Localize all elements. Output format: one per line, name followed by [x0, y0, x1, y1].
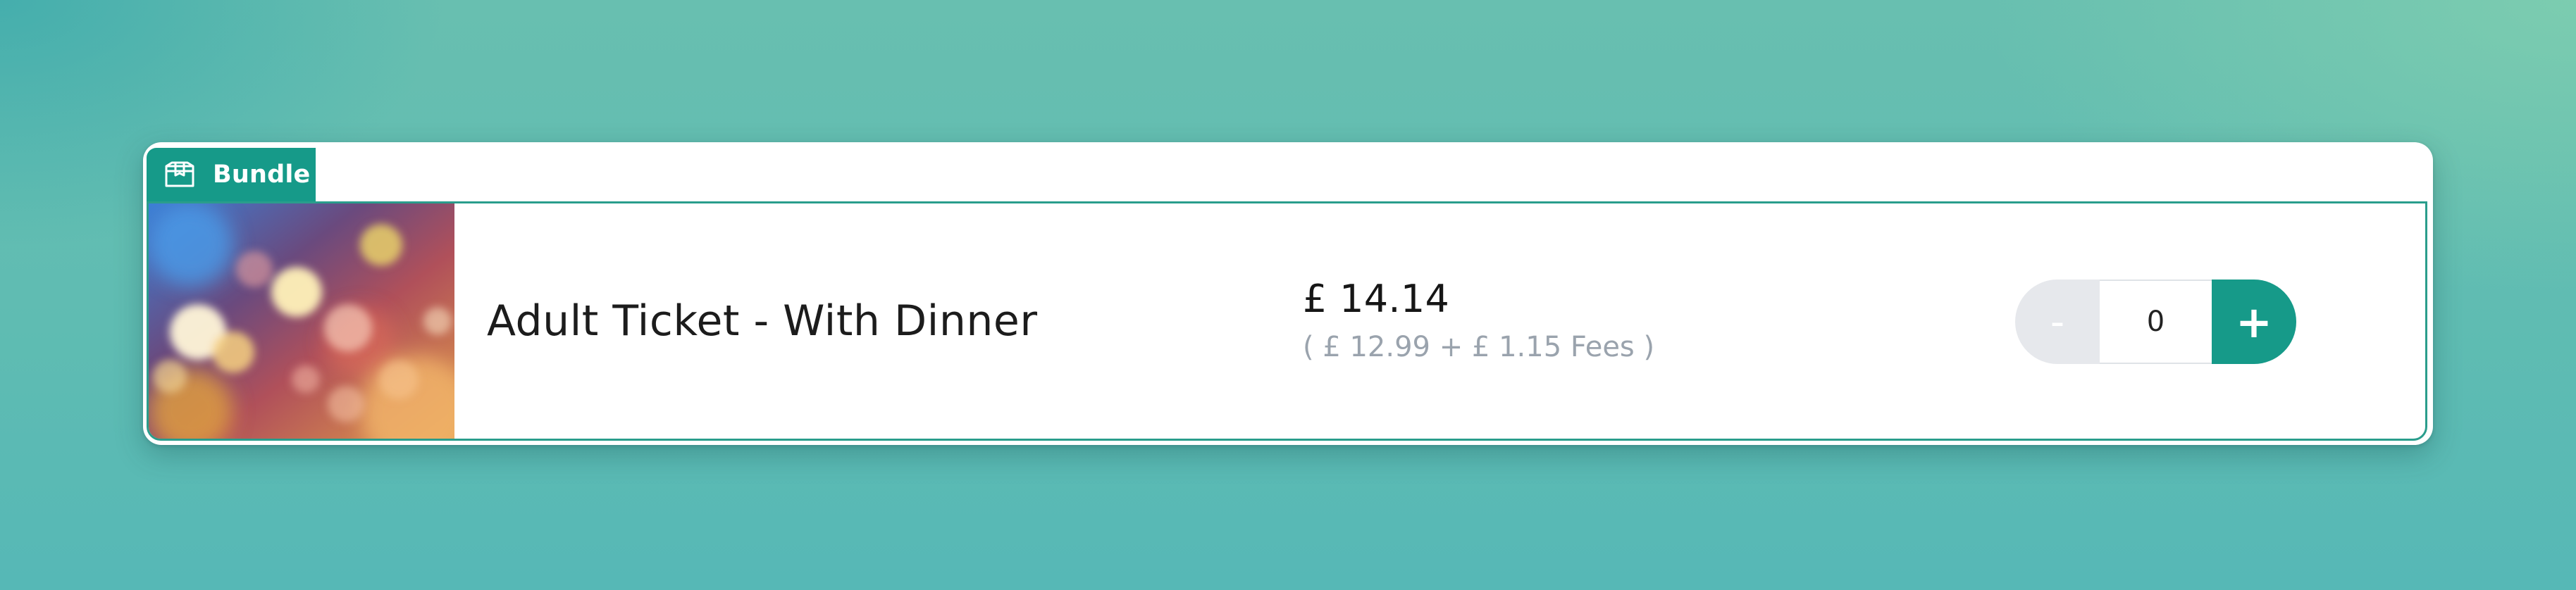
price-total: £ 14.14 — [1303, 277, 1450, 321]
badge-label: Bundle — [213, 161, 311, 189]
ticket-card: Bundle Adult Ticket - With Dinner £ 14.1… — [143, 142, 2433, 445]
quantity-input[interactable] — [2100, 280, 2212, 364]
decrement-button[interactable]: - — [2015, 280, 2100, 364]
box-icon — [163, 161, 196, 189]
price-breakdown: ( £ 12.99 + £ 1.15 Fees ) — [1303, 331, 1655, 363]
quantity-stepper: - + — [2015, 280, 2296, 364]
ticket-row: Adult Ticket - With Dinner £ 14.14 ( £ 1… — [147, 201, 2427, 441]
ticket-name: Adult Ticket - With Dinner — [487, 296, 1038, 346]
increment-button[interactable]: + — [2212, 280, 2296, 364]
ticket-image — [149, 203, 454, 439]
bundle-badge: Bundle — [147, 148, 316, 201]
price-block: £ 14.14 ( £ 12.99 + £ 1.15 Fees ) — [1303, 277, 1654, 363]
